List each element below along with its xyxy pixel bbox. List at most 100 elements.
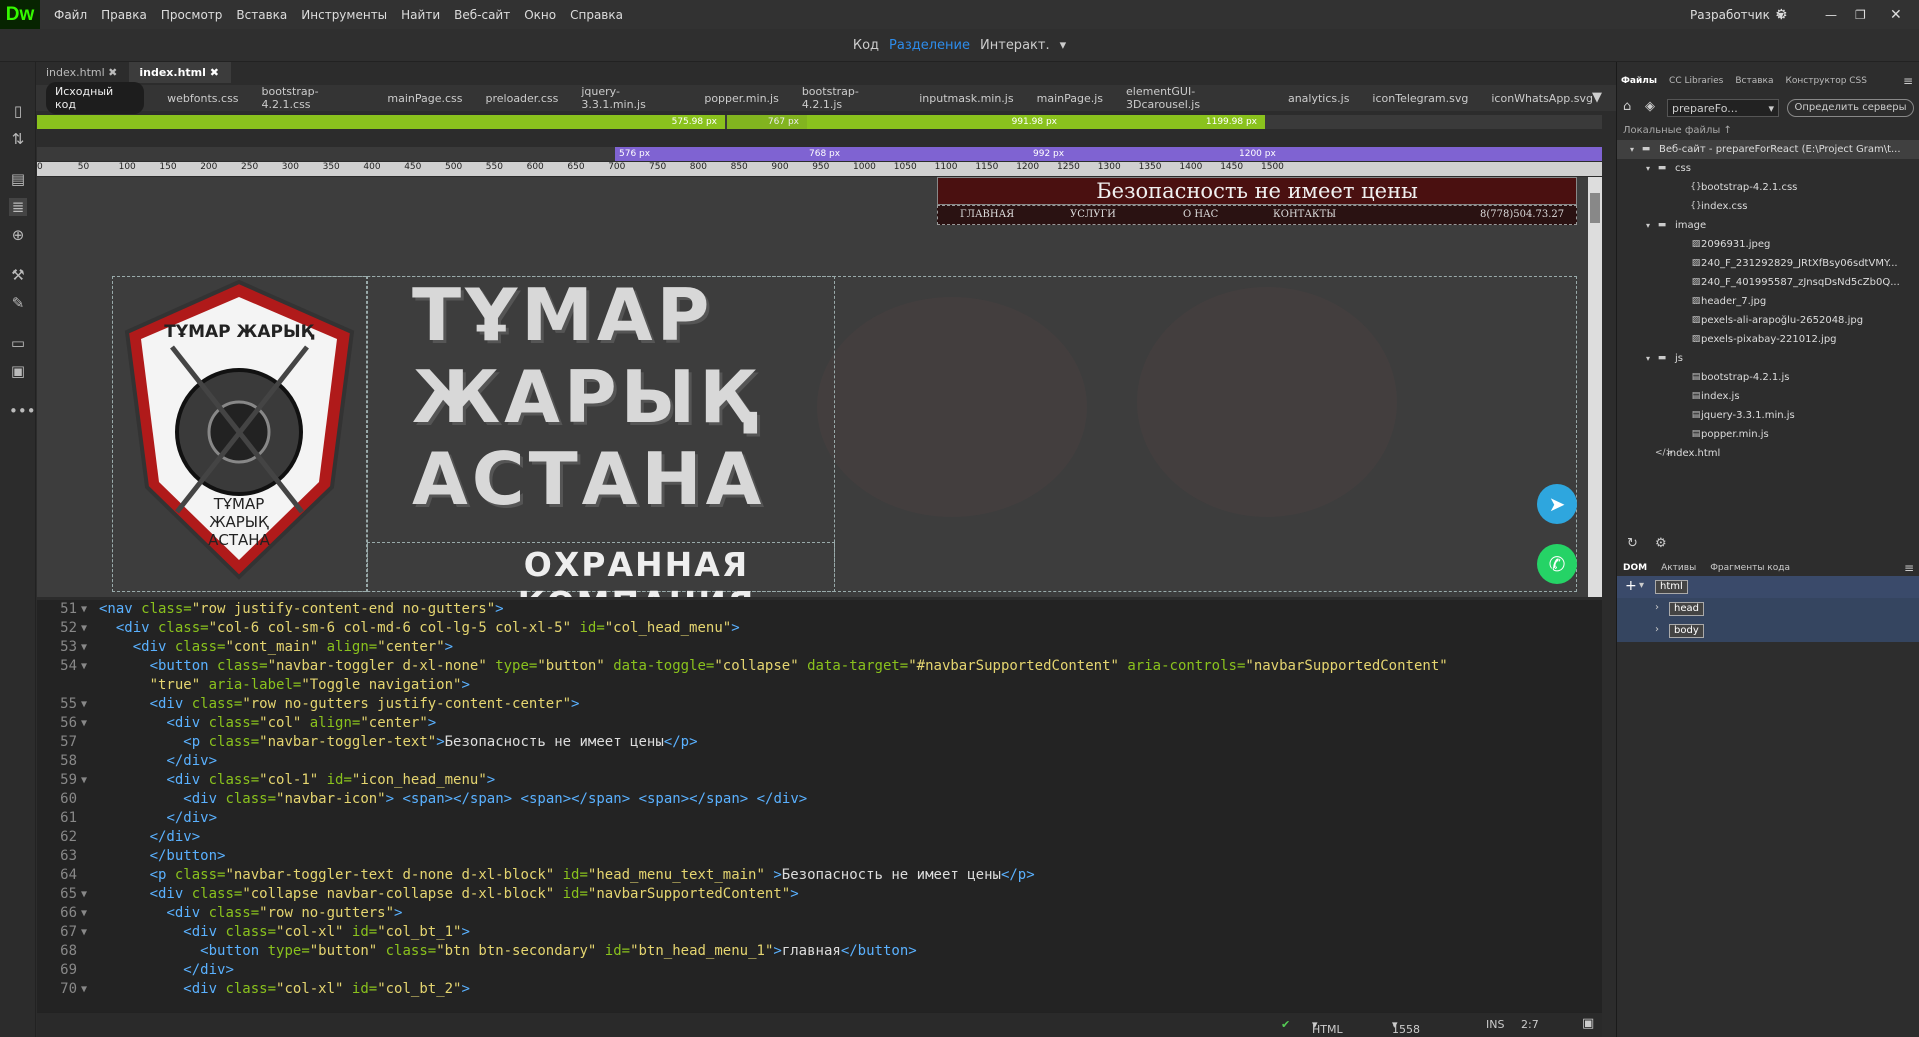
related-file-tab[interactable]: bootstrap-4.2.1.js — [802, 85, 896, 111]
brush-icon[interactable]: ✎ — [9, 294, 27, 312]
menu-item[interactable]: Инструменты — [301, 8, 387, 22]
panel-menu-icon[interactable]: ≡ — [1903, 74, 1913, 88]
chevron-right-icon[interactable]: › — [1655, 624, 1659, 635]
nav-about-link[interactable]: О НАС — [1183, 209, 1218, 220]
fold-toggle-icon[interactable]: ▼ — [81, 600, 87, 619]
file-tree-item[interactable]: </> index.html — [1617, 444, 1919, 463]
minimize-button[interactable]: — — [1825, 0, 1837, 29]
panel-menu-icon[interactable]: ≡ — [1904, 561, 1914, 575]
file-tree-item[interactable]: ▨ 240_F_231292829_JRtXfBsy06sdtVMY... — [1617, 254, 1919, 273]
mq-min-3[interactable]: 992 px — [1033, 147, 1064, 161]
mq-max-4[interactable]: 1199.98 px — [1065, 115, 1265, 129]
code-line[interactable]: 66 ▼ <div class="row no-gutters"> — [37, 904, 1602, 923]
dom-row-html[interactable]: + ▾ html — [1617, 576, 1919, 598]
document-icon[interactable]: ▤ — [9, 170, 27, 188]
code-line[interactable]: 53 ▼ <div class="cont_main" align="center… — [37, 638, 1602, 657]
chevron-down-icon[interactable]: ▾ — [1641, 216, 1655, 235]
close-icon[interactable]: ✖ — [210, 66, 219, 79]
mq-max-1[interactable]: 575.98 px — [37, 115, 725, 129]
code-line[interactable]: 67 ▼ <div class="col-xl" id="col_bt_1"> — [37, 923, 1602, 942]
define-servers-button[interactable]: Определить серверы — [1787, 99, 1914, 117]
mq-min-1[interactable]: 576 px — [619, 147, 650, 161]
code-line[interactable]: 69 </div> — [37, 961, 1602, 980]
file-tree-item[interactable]: ▾ ▬ Веб-сайт - prepareForReact (E:\Project… — [1617, 140, 1919, 159]
chevron-right-icon[interactable]: › — [1655, 602, 1659, 613]
code-line[interactable]: 54 ▼ <button class="navbar-toggler d-xl-n… — [37, 657, 1602, 676]
chevron-down-icon[interactable]: ▾ — [1641, 349, 1655, 368]
menu-item[interactable]: Окно — [524, 8, 556, 22]
code-line[interactable]: 62 </div> — [37, 828, 1602, 847]
code-line[interactable]: 55 ▼ <div class="row no-gutters justify-c… — [37, 695, 1602, 714]
fold-toggle-icon[interactable]: ▼ — [81, 771, 87, 790]
chevron-down-icon[interactable]: ▾ — [1641, 159, 1655, 178]
menu-item[interactable]: Найти — [401, 8, 440, 22]
code-line[interactable]: 63 </button> — [37, 847, 1602, 866]
add-icon[interactable]: + — [1625, 578, 1637, 594]
target-icon[interactable]: ⊕ — [9, 226, 27, 244]
file-tree-item[interactable]: ▨ pexels-ali-arapoğlu-2652048.jpg — [1617, 311, 1919, 330]
insert-mode[interactable]: INS — [1486, 1018, 1504, 1031]
code-line[interactable]: 51 ▼ <nav class="row justify-content-end n… — [37, 600, 1602, 619]
menu-item[interactable]: Вставка — [236, 8, 287, 22]
tools-icon[interactable]: ⚒ — [9, 266, 27, 284]
file-tree-item[interactable]: {} bootstrap-4.2.1.css — [1617, 178, 1919, 197]
file-tree-item[interactable]: ▾ ▬ js — [1617, 349, 1919, 368]
fold-toggle-icon[interactable]: ▼ — [81, 904, 87, 923]
file-tree-item[interactable]: ▤ index.js — [1617, 387, 1919, 406]
tab-assets[interactable]: Активы — [1661, 563, 1696, 573]
local-files-label[interactable]: Локальные файлы ↑ — [1623, 125, 1732, 136]
code-line[interactable]: 61 </div> — [37, 809, 1602, 828]
chevron-down-icon[interactable]: ▾ — [1625, 140, 1639, 159]
code-line[interactable]: 52 ▼ <div class="col-6 col-sm-6 col-md-6 … — [37, 619, 1602, 638]
code-line[interactable]: 58 </div> — [37, 752, 1602, 771]
related-file-tab[interactable]: analytics.js — [1288, 92, 1349, 105]
fold-toggle-icon[interactable]: ▼ — [81, 714, 87, 733]
more-icon[interactable]: ••• — [9, 402, 36, 420]
telegram-icon[interactable]: ➤ — [1537, 484, 1577, 524]
mq-max-3[interactable]: 991.98 px — [807, 115, 1065, 129]
related-file-tab[interactable]: iconWhatsApp.svg — [1491, 92, 1593, 105]
chevron-down-icon[interactable]: ▾ — [1060, 38, 1067, 53]
tab-dom[interactable]: DOM — [1623, 563, 1647, 573]
view-code-button[interactable]: Код — [853, 38, 879, 53]
mq-min-4[interactable]: 1200 px — [1239, 147, 1276, 161]
list-icon[interactable]: ≣ — [9, 198, 27, 216]
file-tree-item[interactable]: ▨ 240_F_401995587_zJnsqDsNd5cZb0Q... — [1617, 273, 1919, 292]
code-line[interactable]: 65 ▼ <div class="collapse navbar-collapse… — [37, 885, 1602, 904]
fold-toggle-icon[interactable]: ▼ — [81, 657, 87, 676]
related-file-tab[interactable]: inputmask.min.js — [919, 92, 1013, 105]
related-file-tab[interactable]: preloader.css — [486, 92, 559, 105]
code-line[interactable]: 59 ▼ <div class="col-1" id="icon_head_men… — [37, 771, 1602, 790]
fold-toggle-icon[interactable]: ▼ — [81, 980, 87, 999]
dom-tag-body[interactable]: body — [1669, 624, 1704, 638]
comment-icon[interactable]: ▭ — [9, 334, 27, 352]
related-file-tab[interactable]: iconTelegram.svg — [1372, 92, 1468, 105]
nav-contacts-link[interactable]: КОНТАКТЫ — [1273, 209, 1336, 220]
fold-toggle-icon[interactable]: ▼ — [81, 923, 87, 942]
code-editor[interactable]: 51 ▼ <nav class="row justify-content-end n… — [37, 600, 1602, 1012]
tab-snippets[interactable]: Фрагменты кода — [1710, 563, 1790, 573]
nav-home-link[interactable]: ГЛАВНАЯ — [960, 209, 1014, 220]
preview-icon[interactable]: ▣ — [1582, 1016, 1594, 1031]
transfer-icon[interactable]: ⇅ — [9, 130, 27, 148]
tab-index-html-2[interactable]: index.html ✖ — [129, 62, 231, 83]
tab-cc-libraries[interactable]: CC Libraries — [1669, 76, 1723, 86]
fold-toggle-icon[interactable]: ▼ — [81, 638, 87, 657]
connect-icon[interactable]: ⌂ — [1623, 99, 1631, 114]
site-settings-icon[interactable]: ⚙ — [1655, 536, 1667, 551]
tab-files[interactable]: Файлы — [1621, 76, 1657, 86]
view-split-button[interactable]: Разделение — [889, 38, 970, 53]
fold-toggle-icon[interactable]: ▼ — [81, 885, 87, 904]
related-file-tab[interactable]: popper.min.js — [704, 92, 778, 105]
related-file-tab[interactable]: elementGUI-3Dcarousel.js — [1126, 85, 1265, 111]
file-tree-item[interactable]: ▨ pexels-pixabay-221012.jpg — [1617, 330, 1919, 349]
code-line[interactable]: 68 <button type="button" class="btn btn-… — [37, 942, 1602, 961]
fold-toggle-icon[interactable]: ▼ — [81, 619, 87, 638]
workspace-switcher[interactable]: Разработчик ▾ — [1690, 0, 1784, 29]
dom-row-head[interactable]: › head — [1617, 598, 1919, 620]
file-tree-item[interactable]: ▤ jquery-3.3.1.min.js — [1617, 406, 1919, 425]
file-tree-item[interactable]: {} index.css — [1617, 197, 1919, 216]
whatsapp-icon[interactable]: ✆ — [1537, 544, 1577, 584]
dom-tag-html[interactable]: html — [1655, 580, 1688, 594]
tab-index-html-1[interactable]: index.html ✖ — [36, 62, 129, 83]
